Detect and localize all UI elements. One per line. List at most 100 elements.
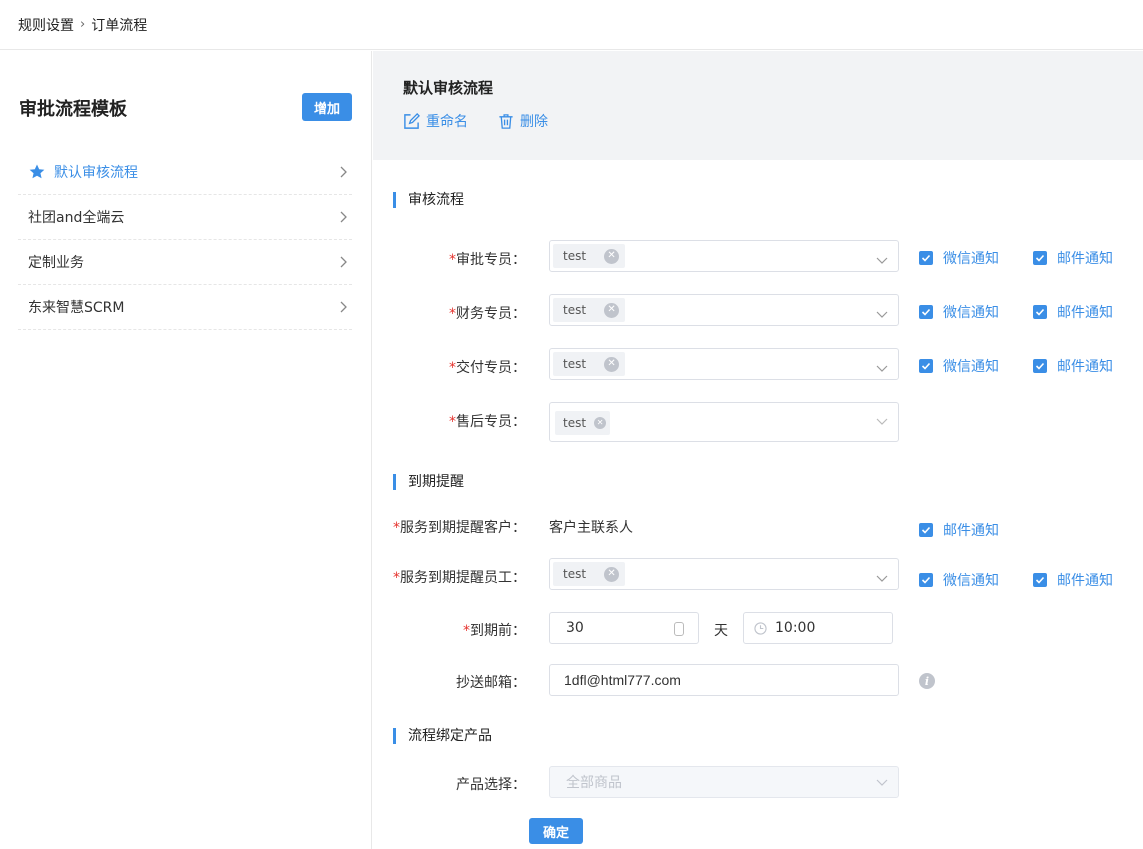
checkbox-label: 邮件通知 <box>1057 573 1113 589</box>
add-template-button[interactable]: 增加 <box>302 93 352 121</box>
selected-tag: test ✕ <box>553 244 626 268</box>
trash-icon <box>499 113 513 129</box>
remind-employee-select[interactable]: test ✕ <box>549 558 899 590</box>
checkbox-label: 微信通知 <box>943 305 999 321</box>
remind-employee-wechat-checkbox[interactable]: 微信通知 <box>919 570 999 590</box>
template-list: 默认审核流程 社团and全端云 定制业务 东来智慧SCRM <box>18 150 352 330</box>
clock-icon <box>754 621 767 635</box>
selected-tag: test ✕ <box>553 352 626 376</box>
field-label-approver: *审批专员： <box>366 249 526 269</box>
checkbox-label: 邮件通知 <box>943 523 999 539</box>
product-select-value: 全部商品 <box>566 775 622 791</box>
required-mark: * <box>463 623 470 639</box>
checkbox-label: 邮件通知 <box>1057 305 1113 321</box>
field-label-text: 售后专员： <box>456 414 526 430</box>
remind-customer-email-checkbox[interactable]: 邮件通知 <box>919 520 999 540</box>
template-item-label: 东来智慧SCRM <box>28 300 125 316</box>
info-icon[interactable]: i <box>919 673 935 689</box>
field-label-before-expiry: *到期前： <box>366 620 526 640</box>
delivery-wechat-checkbox[interactable]: 微信通知 <box>919 356 999 376</box>
breadcrumb: 规则设置 › 订单流程 <box>0 0 1143 50</box>
checkbox-checked-icon <box>919 573 933 587</box>
checkbox-checked-icon <box>1033 573 1047 587</box>
spinner-icon[interactable] <box>674 622 684 636</box>
breadcrumb-current: 订单流程 <box>91 17 148 34</box>
finance-wechat-checkbox[interactable]: 微信通知 <box>919 302 999 322</box>
detail-title: 默认审核流程 <box>403 79 494 97</box>
required-mark: * <box>393 570 400 586</box>
checkbox-checked-icon <box>919 359 933 373</box>
time-value: 10:00 <box>775 620 816 636</box>
approver-email-checkbox[interactable]: 邮件通知 <box>1033 248 1113 268</box>
checkbox-label: 微信通知 <box>943 573 999 589</box>
delivery-select[interactable]: test ✕ <box>549 348 899 380</box>
template-item-default[interactable]: 默认审核流程 <box>18 150 352 195</box>
field-label-product: 产品选择： <box>456 777 526 793</box>
aftersales-select[interactable]: test ✕ <box>549 402 899 442</box>
chevron-right-icon <box>340 211 347 223</box>
checkbox-checked-icon <box>919 305 933 319</box>
tag-close-icon[interactable]: ✕ <box>594 417 607 429</box>
field-label-cc-email: 抄送邮箱： <box>456 675 526 691</box>
days-before-input[interactable]: 30 <box>549 612 699 644</box>
chevron-right-icon <box>340 301 347 313</box>
finance-email-checkbox[interactable]: 邮件通知 <box>1033 302 1113 322</box>
checkbox-checked-icon <box>1033 251 1047 265</box>
finance-select[interactable]: test ✕ <box>549 294 899 326</box>
chevron-right-icon <box>340 166 347 178</box>
field-label-text: 服务到期提醒员工： <box>400 570 526 586</box>
checkbox-checked-icon <box>919 523 933 537</box>
delivery-email-checkbox[interactable]: 邮件通知 <box>1033 356 1113 376</box>
checkbox-checked-icon <box>1033 305 1047 319</box>
remind-employee-email-checkbox[interactable]: 邮件通知 <box>1033 570 1113 590</box>
chevron-down-icon <box>876 365 888 372</box>
required-mark: * <box>393 520 400 536</box>
rename-label: 重命名 <box>426 114 468 130</box>
required-mark: * <box>449 360 456 376</box>
field-label-text: 到期前： <box>470 623 526 639</box>
breadcrumb-root[interactable]: 规则设置 <box>18 15 74 35</box>
rename-button[interactable]: 重命名 <box>403 111 468 131</box>
chevron-down-icon <box>876 257 888 264</box>
time-picker[interactable]: 10:00 <box>743 612 893 644</box>
approver-select[interactable]: test ✕ <box>549 240 899 272</box>
delete-label: 删除 <box>520 114 548 130</box>
template-item-label: 默认审核流程 <box>54 165 138 181</box>
tag-label: test <box>563 357 587 371</box>
selected-tag: test ✕ <box>553 298 626 322</box>
template-panel-title: 审批流程模板 <box>19 99 127 120</box>
chevron-down-icon <box>876 575 888 582</box>
cc-email-input[interactable] <box>549 664 899 696</box>
template-item-scrm[interactable]: 东来智慧SCRM <box>18 285 352 330</box>
template-item-label: 定制业务 <box>28 255 84 271</box>
star-icon <box>28 163 46 181</box>
checkbox-checked-icon <box>1033 359 1047 373</box>
template-item-shetuan[interactable]: 社团and全端云 <box>18 195 352 240</box>
tag-close-icon[interactable]: ✕ <box>604 566 620 582</box>
approver-wechat-checkbox[interactable]: 微信通知 <box>919 248 999 268</box>
tag-close-icon[interactable]: ✕ <box>604 302 620 318</box>
chevron-down-icon <box>876 418 888 425</box>
field-label-finance: *财务专员： <box>366 303 526 323</box>
section-title-product: 流程绑定产品 <box>393 728 492 744</box>
field-label-delivery: *交付专员： <box>366 357 526 377</box>
delete-button[interactable]: 删除 <box>498 111 548 131</box>
remind-customer-value: 客户主联系人 <box>549 520 633 536</box>
template-panel: 审批流程模板 增加 默认审核流程 社团and全端云 定制业务 东来智慧SCRM <box>0 51 372 849</box>
checkbox-label: 邮件通知 <box>1057 251 1113 267</box>
field-label-text: 审批专员： <box>456 252 526 268</box>
chevron-right-icon <box>340 256 347 268</box>
field-label-aftersales: *售后专员： <box>366 411 526 431</box>
tag-close-icon[interactable]: ✕ <box>604 356 620 372</box>
selected-tag: test ✕ <box>555 411 611 435</box>
template-item-custom[interactable]: 定制业务 <box>18 240 352 285</box>
tag-close-icon[interactable]: ✕ <box>604 248 620 264</box>
field-label-text: 财务专员： <box>456 306 526 322</box>
breadcrumb-separator-icon: › <box>80 17 86 32</box>
tag-label: test <box>563 567 587 581</box>
chevron-down-icon <box>876 779 888 786</box>
confirm-button[interactable]: 确定 <box>529 818 583 844</box>
checkbox-label: 邮件通知 <box>1057 359 1113 375</box>
field-label-remind-customer: *服务到期提醒客户： <box>366 517 526 537</box>
days-before-value: 30 <box>566 620 584 636</box>
